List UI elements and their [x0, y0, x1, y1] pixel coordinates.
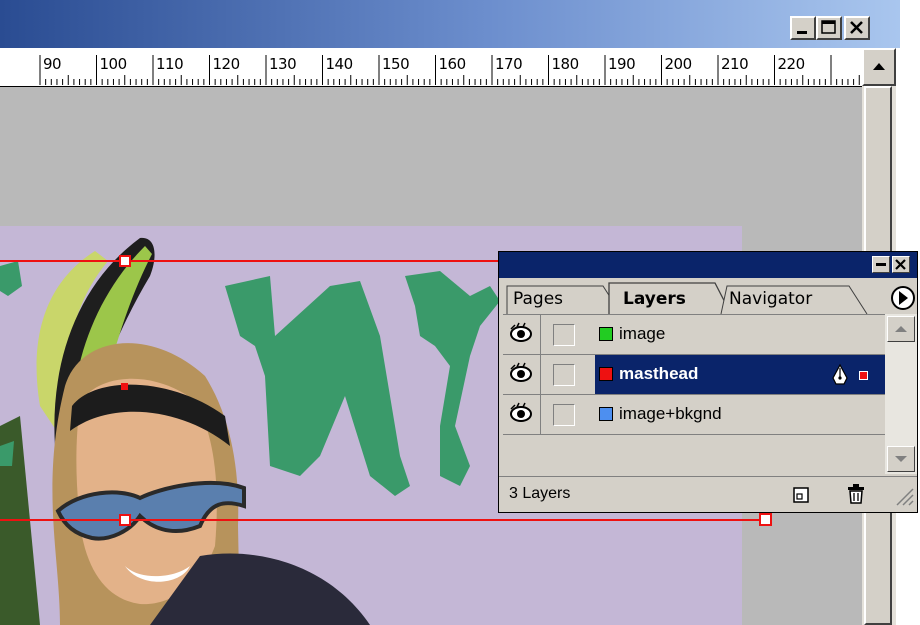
- maximize-icon: [821, 20, 836, 34]
- ruler-label: 90: [43, 55, 62, 73]
- ruler-label: 190: [608, 55, 636, 73]
- close-icon: [850, 21, 863, 34]
- lock-toggle[interactable]: [553, 324, 575, 346]
- scroll-up-button[interactable]: [887, 316, 915, 342]
- layer-name-area[interactable]: masthead: [595, 355, 885, 394]
- layer-list[interactable]: image masthead image+bkgnd: [503, 314, 885, 475]
- tab-navigator[interactable]: Navigator: [729, 284, 812, 314]
- scroll-up-button[interactable]: [862, 48, 896, 86]
- layer-row-image[interactable]: image: [503, 315, 885, 355]
- ruler-label: 160: [438, 55, 467, 73]
- eye-icon[interactable]: [503, 315, 541, 354]
- arrow-up-icon: [895, 326, 907, 332]
- ruler-label: 100: [99, 55, 128, 73]
- ruler-label: 110: [156, 55, 184, 73]
- layer-name: image+bkgnd: [619, 404, 722, 423]
- ruler-label: 170: [495, 55, 523, 73]
- arrow-down-icon: [895, 456, 907, 462]
- handle-bottom-right[interactable]: [742, 510, 782, 534]
- eye-icon[interactable]: [503, 395, 541, 434]
- ruler-label: 130: [269, 55, 297, 73]
- eye-icon[interactable]: [503, 355, 541, 394]
- close-icon: [895, 259, 906, 270]
- layer-name: image: [619, 324, 666, 343]
- maximize-button[interactable]: [816, 16, 842, 40]
- layer-count: 3 Layers: [509, 485, 571, 502]
- palette-menu-icon[interactable]: [891, 286, 915, 310]
- lock-toggle[interactable]: [553, 364, 575, 386]
- handle-bottom-left[interactable]: [119, 514, 131, 526]
- palette-close-button[interactable]: [892, 256, 910, 273]
- ruler-label: 210: [721, 55, 749, 73]
- minimize-icon: [876, 263, 886, 266]
- ruler-label: 140: [325, 55, 354, 73]
- layer-name-area[interactable]: image: [595, 315, 885, 354]
- ruler-label: 150: [382, 55, 410, 73]
- layer-color-swatch: [599, 367, 613, 381]
- close-button[interactable]: [844, 16, 870, 40]
- layer-row-masthead[interactable]: masthead: [503, 355, 885, 395]
- scroll-down-button[interactable]: [887, 446, 915, 472]
- layer-list-scrollbar[interactable]: [885, 314, 917, 474]
- palette-tabs: Pages Layers Navigator: [499, 278, 917, 314]
- palette-title-bar[interactable]: [499, 252, 917, 278]
- layers-palette[interactable]: Pages Layers Navigator image masthead im…: [498, 251, 918, 513]
- palette-collapse-button[interactable]: [872, 256, 890, 273]
- layer-color-swatch: [599, 407, 613, 421]
- ruler-label: 120: [212, 55, 241, 73]
- pen-icon: [832, 364, 848, 385]
- layer-name: masthead: [619, 364, 699, 383]
- ruler-label: 220: [777, 55, 806, 73]
- layer-row-image-bkgnd[interactable]: image+bkgnd: [503, 395, 885, 435]
- minimize-icon: [797, 31, 807, 34]
- handle-center[interactable]: [121, 383, 128, 390]
- selection-indicator: [859, 371, 868, 380]
- lock-toggle[interactable]: [553, 404, 575, 426]
- ruler-label: 200: [664, 55, 693, 73]
- horizontal-ruler[interactable]: 90 100 110 120 130 140 150 160 170 180 190 200 210 22…: [0, 48, 862, 87]
- new-layer-icon[interactable]: [791, 485, 811, 505]
- layer-color-swatch: [599, 327, 613, 341]
- minimize-button[interactable]: [790, 16, 816, 40]
- layer-name-area[interactable]: image+bkgnd: [595, 395, 885, 434]
- palette-status-bar: 3 Layers: [499, 476, 917, 513]
- arrow-up-icon: [873, 63, 885, 70]
- ruler-label: 180: [551, 55, 580, 73]
- window-title-bar: [0, 0, 900, 48]
- handle-top[interactable]: [119, 255, 131, 267]
- tab-layers[interactable]: Layers: [623, 284, 686, 314]
- tab-pages[interactable]: Pages: [513, 284, 563, 314]
- resize-grip-icon[interactable]: [893, 485, 915, 509]
- trash-icon[interactable]: [845, 483, 867, 505]
